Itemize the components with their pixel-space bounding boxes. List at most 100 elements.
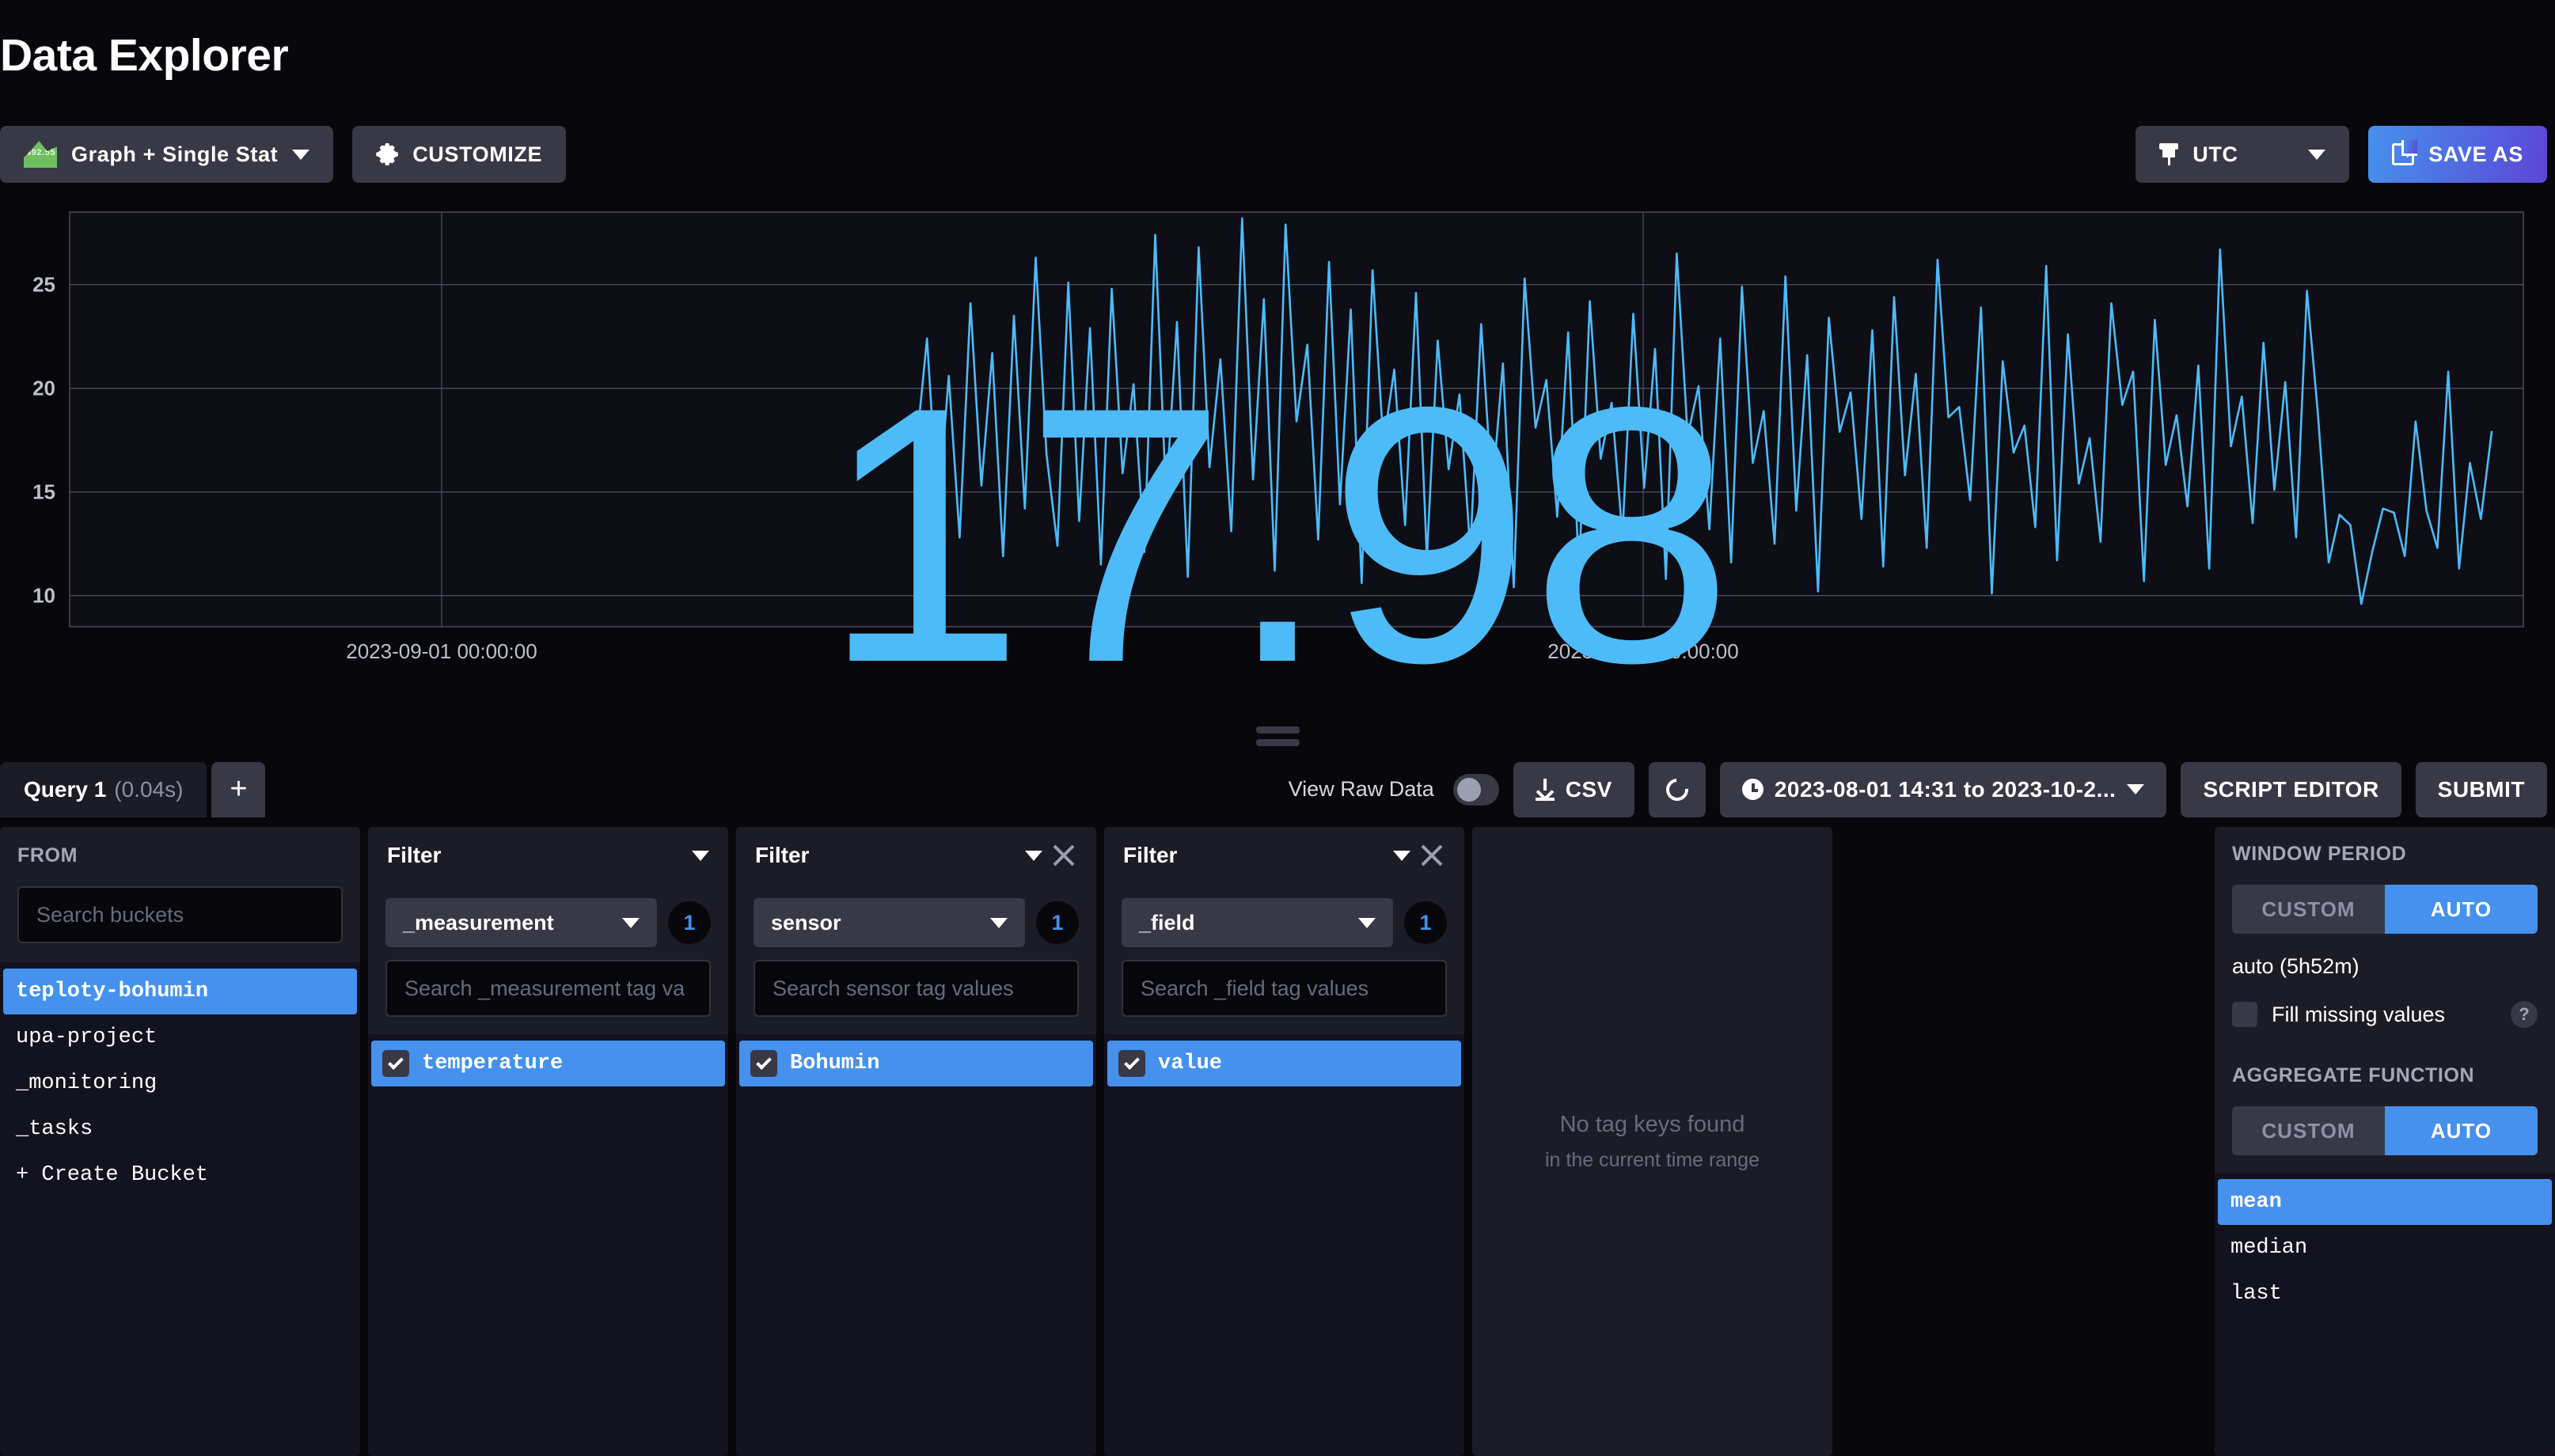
chevron-down-icon — [1393, 850, 1410, 861]
tag-key-dropdown[interactable]: _field — [1122, 898, 1393, 947]
submit-button[interactable]: SUBMIT — [2415, 761, 2547, 817]
fill-missing-values-label: Fill missing values — [2272, 1002, 2446, 1026]
bucket-list[interactable]: teploty-bohumin upa-project _monitoring _ta… — [0, 962, 360, 1456]
builder-spacer — [1840, 827, 2207, 1456]
tag-value-item[interactable]: temperature — [371, 1041, 725, 1086]
fill-missing-values-row[interactable]: Fill missing values ? — [2232, 1001, 2538, 1028]
aggregate-function-option[interactable]: last — [2218, 1271, 2552, 1317]
filter-column: Filter _measurement 1 temperature — [368, 827, 728, 1456]
tag-value-list[interactable]: Bohumin — [736, 1034, 1096, 1456]
query-options-panel: WINDOW PERIOD CUSTOM AUTO auto (5h52m) F… — [2215, 827, 2555, 1456]
tag-key-dropdown[interactable]: sensor — [754, 898, 1025, 947]
tag-key-row: _field 1 — [1122, 898, 1447, 947]
tag-key-label: _measurement — [403, 910, 554, 935]
pin-icon — [2159, 143, 2179, 165]
empty-message-main: No tag keys found — [1559, 1111, 1745, 1137]
gear-icon — [376, 143, 399, 165]
y-tick-label: 15 — [32, 480, 55, 504]
visualization-type-dropdown[interactable]: Graph + Single Stat — [0, 126, 334, 183]
chevron-down-icon — [1025, 850, 1042, 861]
chevron-down-icon — [692, 850, 709, 861]
tag-value-label: Bohumin — [790, 1052, 880, 1075]
refresh-icon — [1661, 773, 1693, 806]
tag-value-list[interactable]: value — [1104, 1034, 1464, 1456]
filter-title: Filter — [755, 843, 810, 867]
filter-dropdown[interactable]: Filter — [1104, 827, 1464, 884]
script-editor-button[interactable]: SCRIPT EDITOR — [2181, 761, 2401, 817]
filter-body: _measurement 1 — [368, 884, 728, 1034]
filter-title: Filter — [1123, 843, 1178, 867]
bucket-item[interactable]: _monitoring — [3, 1060, 357, 1106]
from-column: FROM teploty-bohuminupa-project_monitori… — [0, 827, 360, 1456]
add-query-button[interactable]: + — [211, 761, 266, 817]
query-tab-name: Query 1 — [24, 776, 107, 802]
query-tab-1[interactable]: Query 1 (0.04s) — [0, 761, 207, 817]
search-tag-values-input[interactable] — [754, 960, 1079, 1017]
query-builder: FROM teploty-bohuminupa-project_monitori… — [0, 827, 2555, 1456]
tag-key-row: sensor 1 — [754, 898, 1079, 947]
timezone-dropdown[interactable]: UTC — [2135, 126, 2350, 183]
checkbox-icon[interactable] — [1118, 1050, 1145, 1077]
search-buckets-input[interactable] — [17, 886, 343, 943]
view-raw-data-label: View Raw Data — [1288, 777, 1434, 801]
create-bucket-button[interactable]: + Create Bucket — [3, 1152, 357, 1198]
aggregate-function-toggle-group[interactable]: CUSTOM AUTO — [2232, 1106, 2538, 1155]
tag-value-list[interactable]: temperature — [368, 1034, 728, 1456]
chevron-down-icon — [622, 917, 640, 928]
panel-resize-handle[interactable] — [0, 720, 2555, 752]
aggregate-function-custom-button[interactable]: CUSTOM — [2232, 1106, 2385, 1155]
download-csv-button[interactable]: CSV — [1513, 761, 1634, 817]
customize-button[interactable]: CUSTOMIZE — [352, 126, 567, 183]
view-raw-data-toggle[interactable] — [1452, 773, 1499, 806]
chevron-down-icon — [1358, 917, 1376, 928]
download-icon — [1535, 778, 1555, 801]
window-period-value: auto (5h52m) — [2232, 954, 2359, 978]
filter-column-header: Filter sensor 1 — [736, 827, 1096, 1034]
bucket-item[interactable]: upa-project — [3, 1014, 357, 1060]
refresh-button[interactable] — [1648, 761, 1706, 817]
close-icon[interactable] — [1418, 842, 1445, 869]
time-range-dropdown[interactable]: 2023-08-01 14:31 to 2023-10-2... — [1719, 761, 2167, 817]
visualization-type-label: Graph + Single Stat — [71, 142, 279, 166]
checkbox-icon[interactable] — [750, 1050, 777, 1077]
checkbox-icon[interactable] — [382, 1050, 409, 1077]
page-header: Data Explorer — [0, 0, 2555, 111]
customize-label: CUSTOMIZE — [412, 142, 543, 166]
filter-dropdown[interactable]: Filter — [736, 827, 1096, 884]
close-icon[interactable] — [1050, 842, 1077, 869]
tag-key-label: _field — [1139, 910, 1195, 935]
window-period-toggle-group[interactable]: CUSTOM AUTO — [2232, 885, 2538, 934]
bucket-item[interactable]: teploty-bohumin — [3, 969, 357, 1014]
from-column-header: FROM — [0, 827, 360, 962]
csv-label: CSV — [1565, 776, 1612, 802]
aggregate-function-auto-button[interactable]: AUTO — [2385, 1106, 2538, 1155]
toggle-knob — [1456, 777, 1481, 802]
time-series-chart[interactable]: 25201510 2023-09-01 00:00:00 2023-10-01 0… — [0, 198, 2555, 704]
window-period-custom-button[interactable]: CUSTOM — [2232, 885, 2385, 934]
x-tick-label: 2023-09-01 00:00:00 — [346, 639, 537, 663]
tag-value-item[interactable]: Bohumin — [739, 1041, 1093, 1086]
aggregate-function-option[interactable]: mean — [2218, 1179, 2552, 1225]
help-icon[interactable]: ? — [2511, 1001, 2538, 1028]
tag-value-label: temperature — [422, 1052, 564, 1075]
filter-body: sensor 1 — [736, 884, 1096, 1034]
graph-single-stat-panel[interactable]: 25 20 15 10 2023-09-01 00:00:00 2023-10-01 0… — [0, 198, 2555, 720]
search-tag-values-input[interactable] — [385, 960, 711, 1017]
resize-bar — [1255, 726, 1300, 734]
search-tag-values-input[interactable] — [1122, 960, 1447, 1017]
filter-dropdown[interactable]: Filter — [368, 827, 728, 884]
fill-missing-values-checkbox[interactable] — [2232, 1002, 2257, 1027]
empty-message-sub: in the current time range — [1545, 1148, 1760, 1171]
filter-column: Filter sensor 1 Bohumin — [736, 827, 1096, 1456]
query-tab-duration: (0.04s) — [114, 776, 184, 802]
save-as-button[interactable]: SAVE AS — [2368, 126, 2547, 183]
bucket-item[interactable]: _tasks — [3, 1106, 357, 1152]
aggregate-function-list[interactable]: mean median last — [2215, 1173, 2555, 1317]
tag-key-dropdown[interactable]: _measurement — [385, 898, 657, 947]
window-period-auto-button[interactable]: AUTO — [2385, 885, 2538, 934]
tag-value-item[interactable]: value — [1107, 1041, 1461, 1086]
visualization-toolbar: Graph + Single Stat CUSTOMIZE UTC SAVE A… — [0, 111, 2555, 198]
aggregate-function-option[interactable]: median — [2218, 1225, 2552, 1271]
y-tick-label: 10 — [32, 584, 55, 608]
aggregate-function-section: AGGREGATE FUNCTION CUSTOM AUTO — [2215, 1048, 2555, 1173]
